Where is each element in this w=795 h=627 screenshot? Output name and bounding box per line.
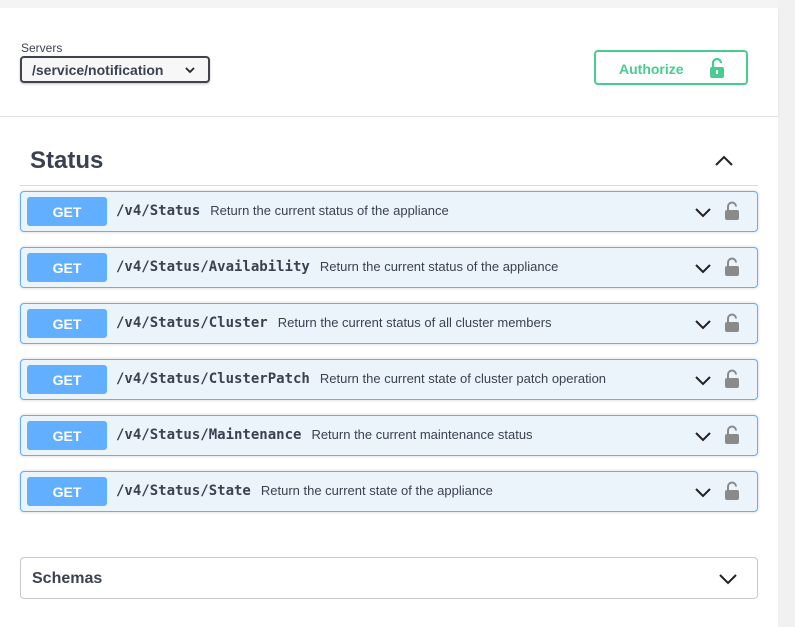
lock-icon[interactable] bbox=[724, 201, 740, 221]
operation-row[interactable]: GET /v4/Status/ClusterPatch Return the cu… bbox=[20, 359, 758, 400]
chevron-up-icon[interactable] bbox=[714, 153, 734, 169]
operation-path: /v4/Status/Availability Return the curren… bbox=[116, 259, 558, 275]
chevron-down-icon[interactable] bbox=[694, 205, 712, 219]
operation-path: /v4/Status/State Return the current state… bbox=[116, 483, 493, 499]
operation-row[interactable]: GET /v4/Status/Maintenance Return the cur… bbox=[20, 415, 758, 456]
lock-icon[interactable] bbox=[724, 369, 740, 389]
lock-icon[interactable] bbox=[724, 425, 740, 445]
operation-path-text: /v4/Status/Maintenance bbox=[116, 427, 302, 443]
method-badge: GET bbox=[27, 309, 107, 338]
operation-path: /v4/Status Return the current status of t… bbox=[116, 203, 449, 219]
authorize-button[interactable]: Authorize bbox=[594, 50, 748, 85]
method-badge: GET bbox=[27, 253, 107, 282]
operation-path-text: /v4/Status/Cluster bbox=[116, 315, 268, 331]
operation-summary: Return the current state of cluster patc… bbox=[319, 371, 607, 386]
chevron-down-icon[interactable] bbox=[694, 373, 712, 387]
schemas-title: Schemas bbox=[32, 570, 103, 587]
operation-row[interactable]: GET /v4/Status/Cluster Return the current… bbox=[20, 303, 758, 344]
tag-section-status[interactable]: Status bbox=[20, 137, 758, 186]
method-badge: GET bbox=[27, 421, 107, 450]
operation-path: /v4/Status/ClusterPatch Return the curren… bbox=[116, 371, 606, 387]
scheme-container: Servers /service/notification Authorize bbox=[0, 8, 778, 117]
operation-row[interactable]: GET /v4/Status/Availability Return the cu… bbox=[20, 247, 758, 288]
top-strip bbox=[0, 0, 778, 8]
chevron-down-icon[interactable] bbox=[694, 485, 712, 499]
servers-selected-value: /service/notification bbox=[32, 61, 164, 78]
operation-path-text: /v4/Status bbox=[116, 203, 201, 219]
tag-title: Status bbox=[30, 147, 104, 174]
operation-path-text: /v4/Status/State bbox=[116, 483, 251, 499]
lock-icon[interactable] bbox=[724, 257, 740, 277]
main-content: Status GET /v4/Status Return the current … bbox=[0, 117, 778, 627]
servers-label: Servers bbox=[21, 41, 63, 55]
authorize-label: Authorize bbox=[619, 61, 684, 77]
chevron-down-icon bbox=[185, 67, 195, 74]
schemas-section[interactable]: Schemas bbox=[20, 557, 758, 599]
operation-path-text: /v4/Status/Availability bbox=[116, 259, 310, 275]
operation-row[interactable]: GET /v4/Status Return the current status … bbox=[20, 191, 758, 232]
operation-summary: Return the current status of all cluster… bbox=[277, 315, 552, 330]
operation-summary: Return the current status of the applian… bbox=[319, 259, 559, 274]
method-badge: GET bbox=[27, 197, 107, 226]
operation-summary: Return the current status of the applian… bbox=[210, 203, 449, 218]
swagger-page: Servers /service/notification Authorize … bbox=[0, 0, 795, 627]
operation-path: /v4/Status/Maintenance Return the current… bbox=[116, 427, 533, 443]
lock-icon[interactable] bbox=[724, 313, 740, 333]
operation-path-text: /v4/Status/ClusterPatch bbox=[116, 371, 310, 387]
method-badge: GET bbox=[27, 365, 107, 394]
lock-icon[interactable] bbox=[724, 481, 740, 501]
chevron-down-icon[interactable] bbox=[718, 572, 738, 586]
chevron-down-icon[interactable] bbox=[694, 261, 712, 275]
operation-summary: Return the current state of the applianc… bbox=[260, 483, 493, 498]
method-badge: GET bbox=[27, 477, 107, 506]
chevron-down-icon[interactable] bbox=[694, 317, 712, 331]
operation-summary: Return the current maintenance status bbox=[311, 427, 533, 442]
servers-select[interactable]: /service/notification bbox=[20, 56, 210, 83]
chevron-down-icon[interactable] bbox=[694, 429, 712, 443]
operation-path: /v4/Status/Cluster Return the current sta… bbox=[116, 315, 552, 331]
lock-open-icon bbox=[710, 57, 724, 78]
operation-row[interactable]: GET /v4/Status/State Return the current s… bbox=[20, 471, 758, 512]
scrollbar-track[interactable] bbox=[778, 0, 795, 627]
